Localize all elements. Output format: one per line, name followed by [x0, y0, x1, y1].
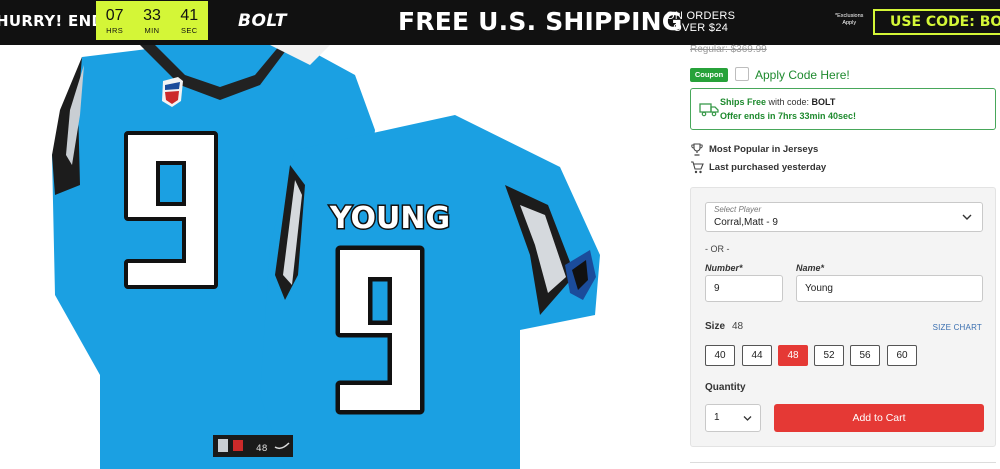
exclusions-line-2: Apply	[842, 20, 857, 26]
chevron-down-icon	[743, 416, 752, 421]
size-label: Size	[705, 321, 726, 332]
regular-price: Regular: $369.99	[690, 44, 767, 55]
product-image[interactable]: YOUNG YOUNG 48	[0, 45, 690, 469]
promo-code-box: USE CODE: BOLT	[873, 9, 1000, 35]
countdown-minutes: 33 MIN	[134, 7, 170, 35]
countdown-seconds-label: SEC	[181, 25, 198, 35]
countdown-timer: 07 HRS 33 MIN 41 SEC	[96, 1, 208, 40]
ships-free-box: Ships Free with code: BOLT Offer ends in…	[690, 88, 996, 130]
front-jersey: YOUNG YOUNG	[260, 115, 600, 469]
orders-threshold: ON ORDERS OVER $24	[666, 10, 735, 34]
truck-icon	[699, 103, 719, 117]
size-option-44[interactable]: 44	[742, 345, 772, 366]
promo-banner[interactable]: HURRY! ENDS IN: 07 HRS 33 MIN 41 SEC BOL…	[0, 0, 1000, 45]
select-player-label: Select Player	[714, 205, 762, 214]
trophy-icon	[691, 143, 703, 156]
purchased-text: Last purchased yesterday	[709, 162, 827, 173]
offer-ends-text: Offer ends in 7hrs 33min 40sec!	[720, 111, 857, 121]
ship-code: BOLT	[811, 97, 836, 107]
popular-stat: Most Popular in Jerseys	[690, 143, 818, 156]
or-divider: - OR -	[705, 244, 730, 254]
select-player-value: Corral,Matt - 9	[714, 217, 778, 228]
jersey-jock-tag: 48	[213, 435, 293, 457]
size-chart-link[interactable]: SIZE CHART	[933, 323, 982, 332]
jersey-illustration: YOUNG YOUNG 48	[52, 45, 600, 469]
brand-logo: BOLT	[238, 11, 288, 31]
chevron-down-icon	[962, 214, 972, 220]
number-input[interactable]: 9	[705, 275, 783, 302]
size-option-48[interactable]: 48	[778, 345, 808, 366]
countdown-hours-value: 07	[105, 6, 124, 24]
jersey-name-text: YOUNG	[329, 201, 450, 236]
size-option-52[interactable]: 52	[814, 345, 844, 366]
purchased-stat: Last purchased yesterday	[690, 161, 826, 174]
size-option-56[interactable]: 56	[850, 345, 880, 366]
quantity-value: 1	[714, 412, 720, 423]
name-input[interactable]: Young	[796, 275, 983, 302]
size-option-40[interactable]: 40	[705, 345, 735, 366]
countdown-minutes-value: 33	[143, 6, 161, 24]
ships-free-text: Ships Free	[720, 97, 767, 107]
orders-line-1: ON ORDERS	[666, 10, 736, 22]
orders-line-2: OVER $24	[673, 22, 729, 34]
product-options-panel: Select Player Corral,Matt - 9 - OR - Num…	[690, 187, 996, 447]
size-option-60[interactable]: 60	[887, 345, 917, 366]
add-to-cart-button[interactable]: Add to Cart	[774, 404, 984, 432]
name-label: Name*	[796, 263, 825, 273]
popular-text: Most Popular in Jerseys	[709, 144, 819, 155]
countdown-minutes-label: MIN	[144, 25, 160, 35]
free-shipping-headline: FREE U.S. SHIPPING	[398, 7, 683, 36]
ships-free-line: Ships Free with code: BOLT	[720, 97, 835, 107]
jersey-size-tag: 48	[256, 444, 268, 454]
with-code-text: with code:	[766, 97, 812, 107]
apply-code-link[interactable]: Apply Code Here!	[755, 68, 850, 82]
countdown-seconds-value: 41	[180, 6, 199, 24]
exclusions-note: *Exclusions Apply	[835, 13, 863, 27]
countdown-hours-label: HRS	[106, 25, 124, 35]
quantity-select[interactable]: 1	[705, 404, 761, 432]
divider	[690, 462, 996, 463]
coupon-badge: Coupon	[690, 68, 728, 82]
exclusions-line-1: *Exclusions	[835, 13, 864, 19]
countdown-seconds: 41 SEC	[171, 7, 207, 35]
countdown-hours: 07 HRS	[97, 7, 133, 35]
size-value: 48	[732, 321, 744, 332]
number-label: Number*	[705, 263, 743, 273]
cart-icon	[691, 161, 704, 174]
quantity-label: Quantity	[705, 382, 746, 393]
apply-coupon-checkbox[interactable]	[735, 67, 749, 81]
select-player-dropdown[interactable]: Select Player Corral,Matt - 9	[705, 202, 983, 232]
